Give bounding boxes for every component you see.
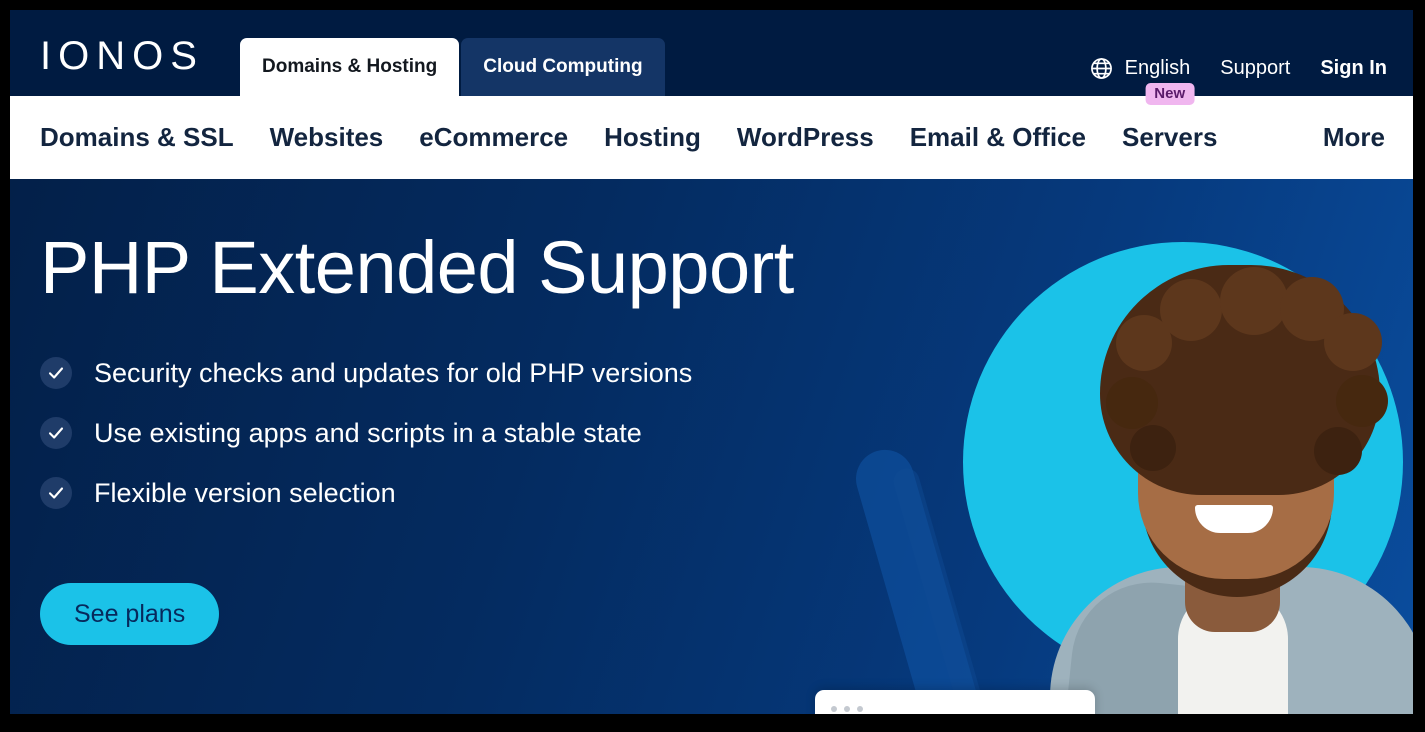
top-utility-bar: IONOS Domains & Hosting Cloud Computing (10, 10, 1413, 96)
nav-item-label: WordPress (736, 122, 874, 152)
nav-item-label: Email & Office (909, 122, 1086, 152)
nav-item-more[interactable]: More (1323, 122, 1385, 153)
main-navigation: Domains & SSL Websites eCommerce Hosting… (10, 83, 1413, 179)
nav-item-label: Hosting (604, 122, 701, 152)
language-label: English (1124, 57, 1191, 79)
browser-window-mockup (815, 690, 1095, 714)
list-item: Flexible version selection (40, 477, 1413, 509)
list-item: Use existing apps and scripts in a stabl… (40, 417, 1413, 449)
hero-section: PHP Extended Support Security checks and… (10, 179, 1413, 714)
feature-text: Use existing apps and scripts in a stabl… (94, 417, 642, 448)
hero-content: PHP Extended Support Security checks and… (10, 179, 1413, 645)
ionos-logo[interactable]: IONOS (40, 36, 204, 76)
see-plans-button[interactable]: See plans (40, 583, 220, 645)
nav-item-label: eCommerce (419, 122, 569, 152)
hero-feature-list: Security checks and updates for old PHP … (40, 357, 1413, 509)
feature-text: Security checks and updates for old PHP … (94, 357, 693, 388)
feature-text: Flexible version selection (94, 477, 396, 508)
utility-links: English Support Sign In (1089, 56, 1387, 81)
nav-item-label: Domains & SSL (40, 122, 234, 152)
nav-item-wordpress[interactable]: WordPress (737, 122, 874, 153)
nav-item-domains-ssl[interactable]: Domains & SSL (40, 122, 234, 153)
nav-item-label: Websites (269, 122, 384, 152)
sign-in-link[interactable]: Sign In (1320, 57, 1387, 80)
browser-viewport: IONOS Domains & Hosting Cloud Computing (10, 10, 1413, 714)
nav-item-email-office[interactable]: Email & Office (910, 122, 1086, 153)
list-item: Security checks and updates for old PHP … (40, 357, 1413, 389)
new-badge: New (1145, 83, 1195, 105)
tab-cloud-computing-label: Cloud Computing (483, 56, 643, 77)
language-selector[interactable]: English (1089, 56, 1191, 81)
browser-dots-icon (831, 706, 863, 712)
globe-icon (1089, 56, 1114, 81)
nav-item-ecommerce[interactable]: eCommerce (419, 122, 568, 153)
screen-frame: IONOS Domains & Hosting Cloud Computing (0, 0, 1425, 732)
tab-cloud-computing[interactable]: Cloud Computing (461, 38, 665, 96)
nav-item-hosting[interactable]: Hosting (604, 122, 701, 153)
nav-item-label: Servers (1121, 122, 1218, 152)
check-icon (40, 417, 72, 449)
page-title: PHP Extended Support (40, 226, 794, 309)
check-icon (40, 357, 72, 389)
nav-item-websites[interactable]: Websites (270, 122, 384, 153)
support-link[interactable]: Support (1220, 57, 1290, 80)
segment-tabs: Domains & Hosting Cloud Computing (240, 38, 665, 96)
check-icon (40, 477, 72, 509)
nav-item-list: Domains & SSL Websites eCommerce Hosting… (40, 83, 1218, 153)
tab-domains-hosting-label: Domains & Hosting (262, 56, 438, 77)
tab-domains-hosting[interactable]: Domains & Hosting (240, 38, 460, 96)
nav-item-servers[interactable]: New Servers (1121, 83, 1218, 153)
